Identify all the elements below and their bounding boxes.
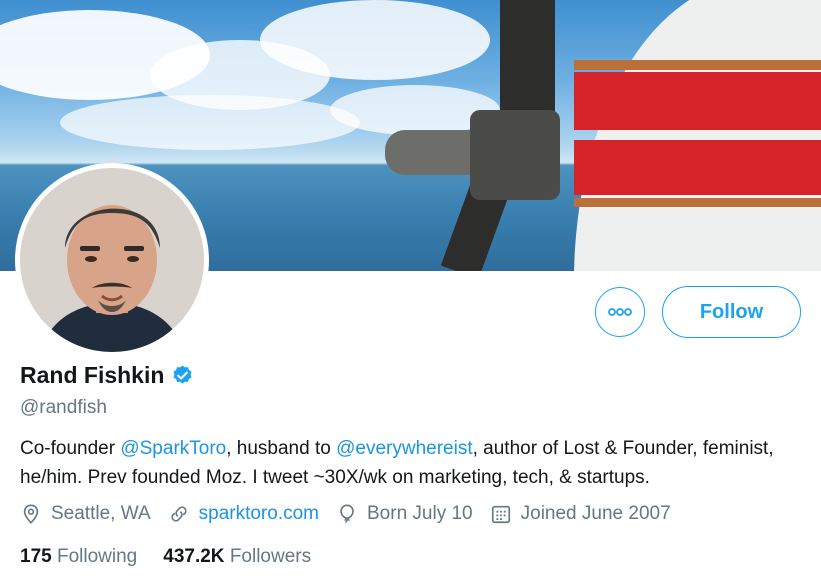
birthday-text: Born July 10 <box>367 503 473 524</box>
banner-plane-stripe <box>574 72 821 130</box>
banner-plane-stripe <box>574 60 821 70</box>
calendar-icon <box>491 505 510 524</box>
profile-handle: @randfish <box>20 397 107 418</box>
banner-plane-stripe <box>574 198 821 207</box>
joined-item: Joined June 2007 <box>490 503 671 525</box>
followers-count: 437.2K <box>163 546 225 567</box>
website-link[interactable]: sparktoro.com <box>199 503 319 525</box>
location-text: Seattle, WA <box>51 503 151 524</box>
profile-stats: 175 Following 437.2K Followers <box>20 546 337 568</box>
banner-cloud <box>260 0 490 80</box>
avatar-portrait <box>20 168 204 352</box>
link-icon <box>171 506 187 522</box>
bio-text: , husband to <box>226 438 337 459</box>
bio-text: Co-founder <box>20 438 121 459</box>
banner-plane-stripe <box>574 140 821 195</box>
birthday-item: Born July 10 <box>336 503 473 525</box>
website-item[interactable]: sparktoro.com <box>168 503 319 525</box>
joined-text: Joined June 2007 <box>520 503 671 524</box>
bio-mention-link[interactable]: @everywhereist <box>336 438 473 459</box>
following-count: 175 <box>20 546 52 567</box>
followers-stat[interactable]: 437.2K Followers <box>163 546 311 568</box>
location-item: Seattle, WA <box>20 503 151 525</box>
more-options-button[interactable] <box>595 287 645 337</box>
location-pin-icon <box>23 504 39 524</box>
bio-mention-link[interactable]: @SparkToro <box>120 438 226 459</box>
profile-bio: Co-founder @SparkToro, husband to @every… <box>20 434 810 492</box>
profile-meta: Seattle, WA sparktoro.com Born July 10 J… <box>20 503 688 525</box>
following-label: Following <box>56 546 138 567</box>
avatar[interactable] <box>20 168 204 352</box>
following-stat[interactable]: 175 Following <box>20 546 137 568</box>
profile-name: Rand Fishkin <box>20 362 165 388</box>
more-dots-icon <box>608 308 632 316</box>
verified-badge-icon <box>173 365 192 384</box>
follow-button[interactable]: Follow <box>662 286 801 338</box>
avatar-border[interactable] <box>15 163 209 357</box>
banner-cloud <box>60 95 360 150</box>
followers-label: Followers <box>229 546 312 567</box>
balloon-icon <box>340 504 354 523</box>
profile-name-row: Rand Fishkin <box>20 362 194 389</box>
banner-engine <box>470 110 560 200</box>
